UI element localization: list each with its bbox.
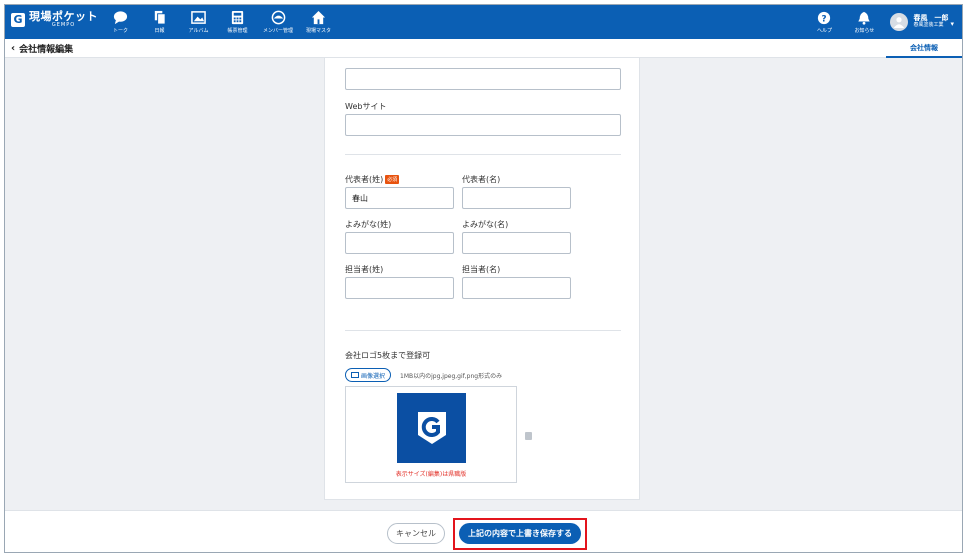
nav-label: トーク [112,28,128,34]
right-nav: ? ヘルプ お知らせ 春風 一郎 春風塗装工業 ▾ [804,5,962,39]
notice-label: お知らせ [854,27,875,34]
staff-last-name-label: 担当者(姓) [345,265,384,274]
rep-first-name-label: 代表者(名) [462,175,501,184]
help-label: ヘルプ [816,27,832,34]
website-label: Webサイト [345,102,387,111]
top-navbar: G 現場ポケット GEMPO トーク 日報 アルバム 帳票管理 メンバー管理 現… [5,5,962,39]
kana-first-name-field[interactable] [462,232,571,254]
app-window: G 現場ポケット GEMPO トーク 日報 アルバム 帳票管理 メンバー管理 現… [4,4,963,553]
form-footer: キャンセル 上記の内容で上書き保存する [5,510,962,552]
avatar [890,13,909,31]
back-button[interactable]: ‹ 会社情報編集 [11,42,73,55]
section-divider [345,330,621,331]
helmet-icon [271,10,285,25]
rep-first-name-field[interactable] [462,187,571,209]
logo-subtitle: GEMPO [51,22,76,28]
save-button[interactable]: 上記の内容で上書き保存する [459,523,581,544]
nav-member-management[interactable]: メンバー管理 [257,5,299,39]
user-icon [894,17,905,28]
kana-last-name-label: よみがな(姓) [345,220,392,229]
app-logo[interactable]: G 現場ポケット GEMPO [11,11,98,28]
cancel-button[interactable]: キャンセル [387,523,445,544]
rep-last-name-field[interactable] [345,187,454,209]
user-company: 春風塗装工業 [913,22,944,29]
main-nav: トーク 日報 アルバム 帳票管理 メンバー管理 現場マスタ [101,5,338,39]
staff-first-name-label: 担当者(名) [462,265,501,274]
bell-icon [858,11,871,25]
nav-label: 現場マスタ [305,28,331,34]
house-icon [311,10,326,25]
image-format-hint: 1MB以内のjpg,jpeg,gif,png形式のみ [400,373,503,380]
nav-site-master[interactable]: 現場マスタ [299,5,338,39]
kana-first-name-label: よみがな(名) [462,220,509,229]
calculator-icon [231,10,244,25]
upper-text-field[interactable] [345,68,621,90]
nav-label: アルバム [188,28,209,34]
chat-bubble-icon [113,11,128,25]
rep-last-name-label: 代表者(姓) 必須 [345,175,400,184]
photo-album-icon [191,11,206,24]
chevron-down-icon: ▾ [950,19,954,28]
sub-header: ‹ 会社情報編集 会社情報 [5,39,962,58]
nav-album[interactable]: アルバム [179,5,218,39]
trash-icon[interactable] [525,432,532,440]
logo-section-label: 会社ロゴ5枚まで登録可 [345,351,431,360]
section-divider [345,154,621,155]
logo-mark-icon: G [11,12,25,27]
help-button[interactable]: ? ヘルプ [804,5,844,39]
image-icon [351,372,359,378]
nav-label: メンバー管理 [262,28,293,34]
website-field[interactable] [345,114,621,136]
kana-last-name-field[interactable] [345,232,454,254]
gempo-logo-icon [417,412,446,444]
chevron-left-icon: ‹ [11,43,16,54]
logo-preview: 表示サイズ(編集)は県職版 [345,386,517,483]
preview-note: 表示サイズ(編集)は県職版 [395,471,467,478]
company-logo-image [397,393,466,463]
svg-text:?: ? [822,14,827,24]
nav-form-management[interactable]: 帳票管理 [218,5,257,39]
notifications-button[interactable]: お知らせ [844,5,884,39]
company-form-card: Webサイト 代表者(姓)必須 代表者(名) よみがな(姓) よみがな(名) 担… [324,58,640,500]
nav-daily-report[interactable]: 日報 [140,5,179,39]
page-title: 会社情報編集 [19,45,74,55]
image-select-button[interactable]: 画像選択 [345,368,392,382]
required-badge: 必須 [385,175,400,184]
logo-title: 現場ポケット [29,10,98,23]
nav-label: 日報 [154,28,165,34]
tab-company-info[interactable]: 会社情報 [886,39,962,58]
staff-last-name-field[interactable] [345,277,454,299]
help-icon: ? [818,11,831,24]
nav-talk[interactable]: トーク [101,5,140,39]
nav-label: 帳票管理 [227,28,248,34]
documents-icon [154,10,166,25]
staff-first-name-field[interactable] [462,277,571,299]
user-menu[interactable]: 春風 一郎 春風塗装工業 ▾ [890,13,954,31]
